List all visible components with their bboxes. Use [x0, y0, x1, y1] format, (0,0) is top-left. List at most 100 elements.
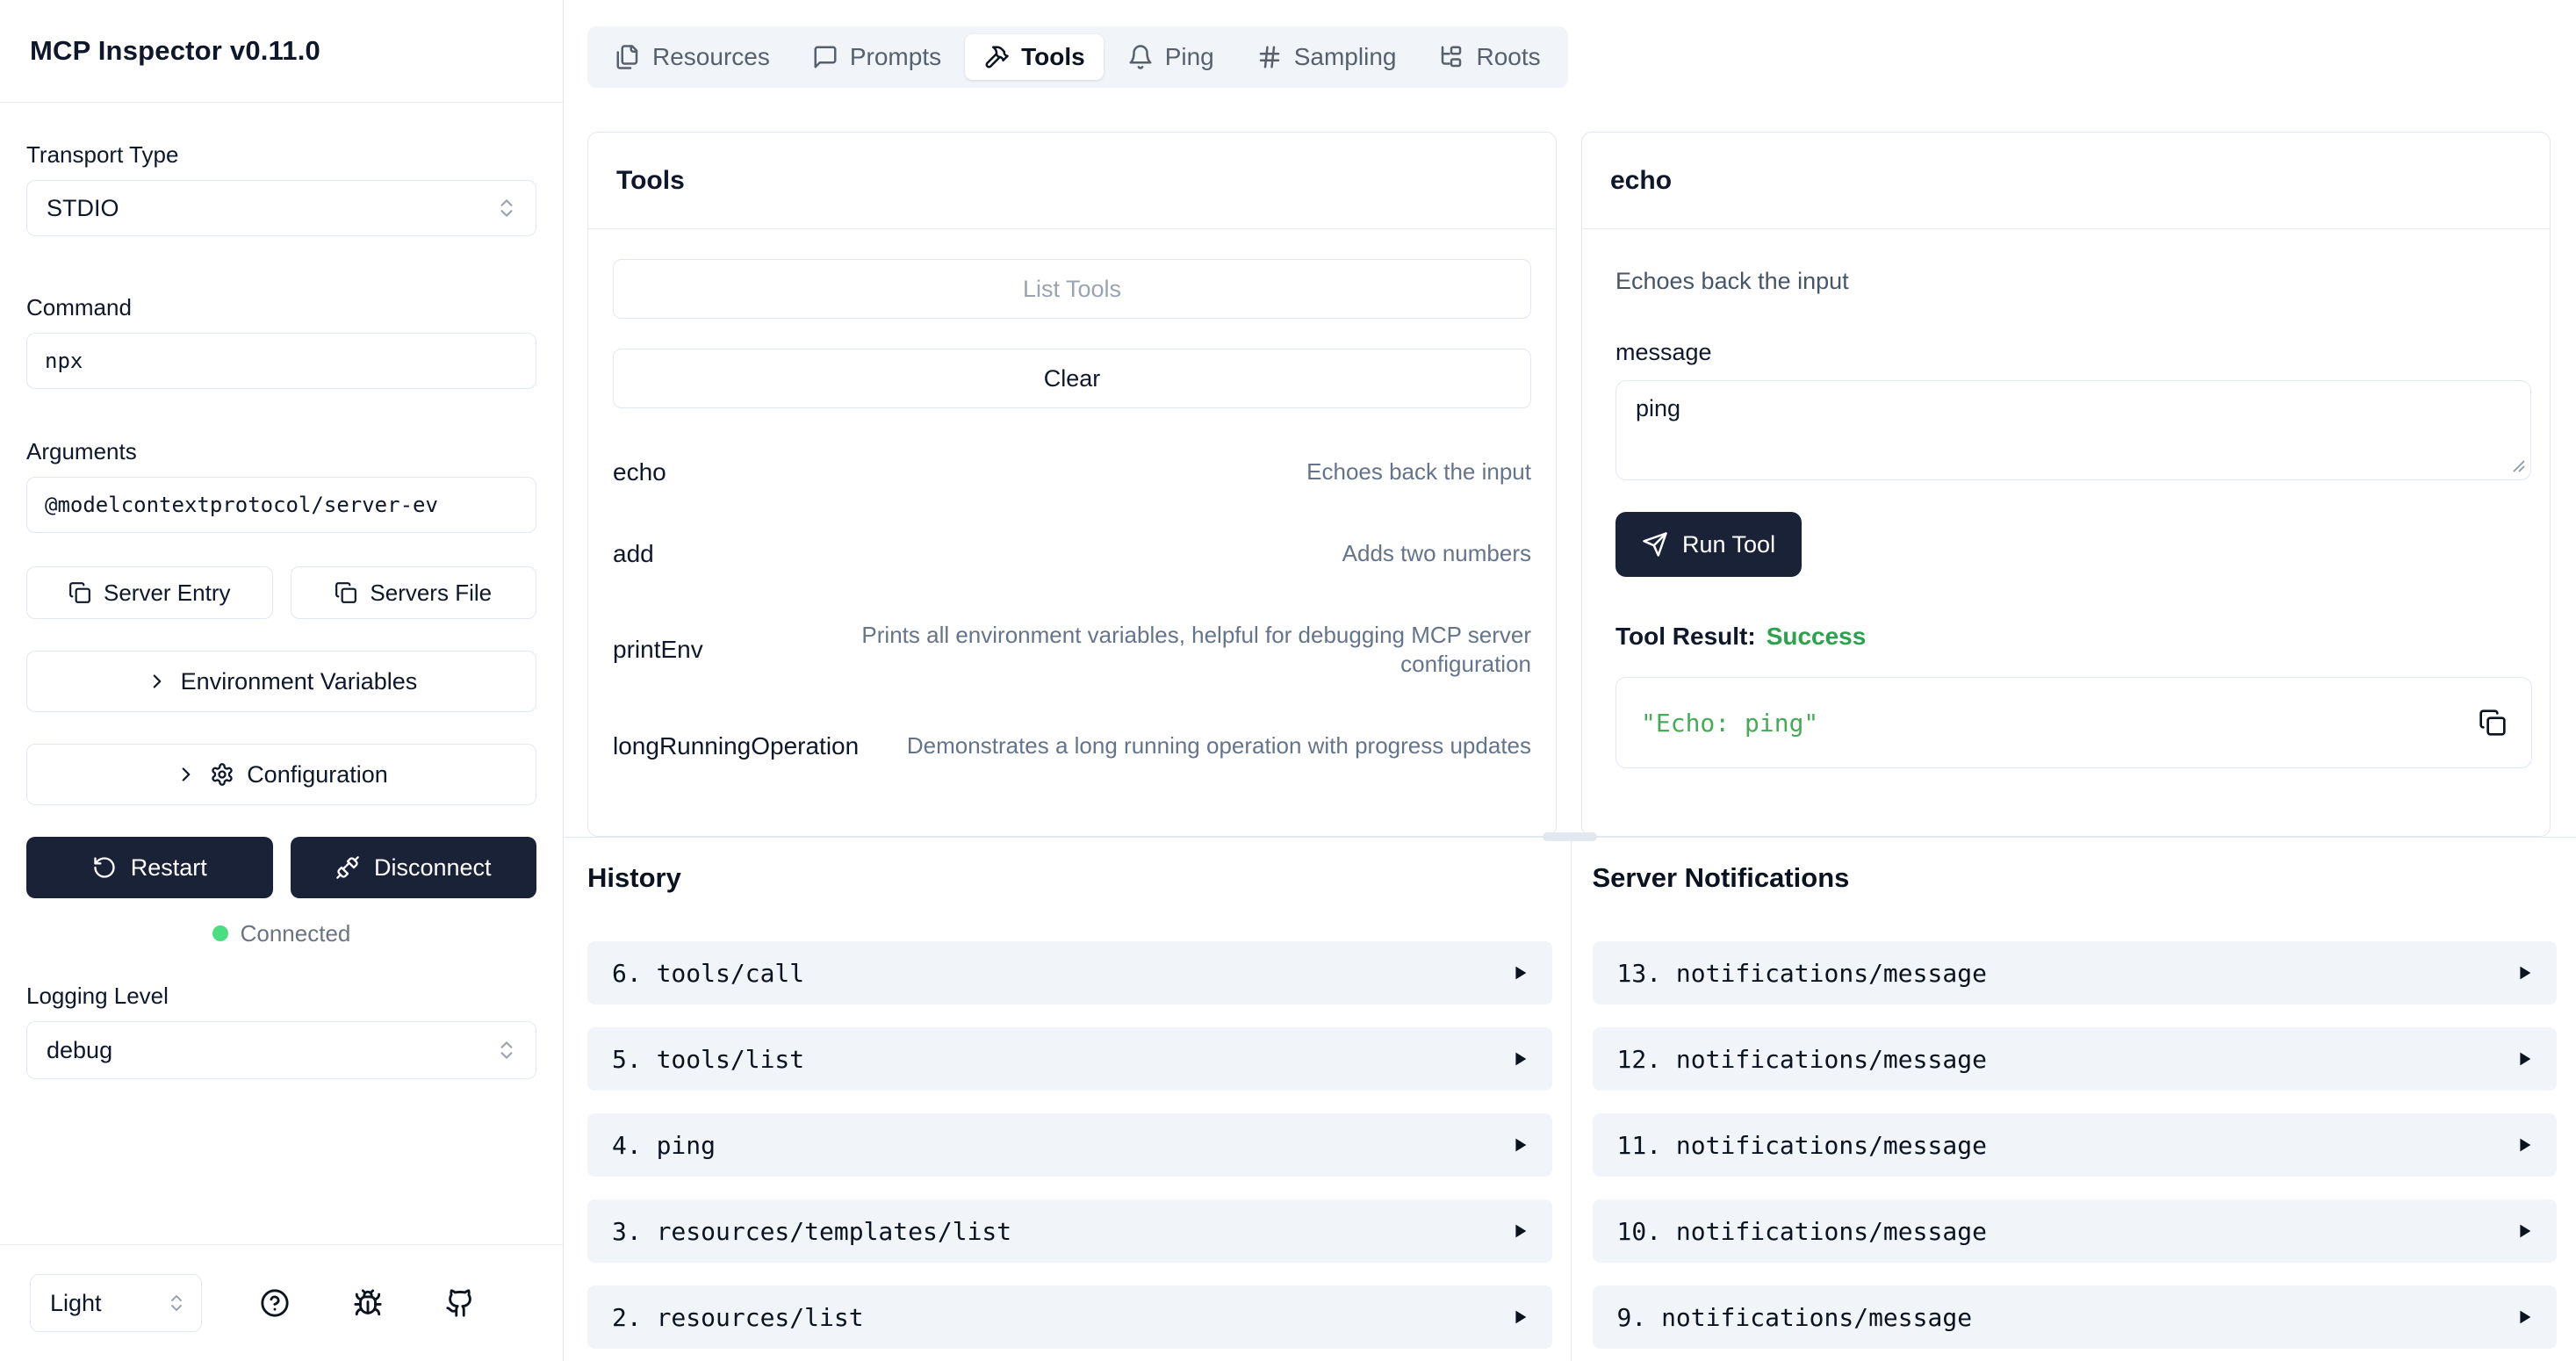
tool-detail-description: Echoes back the input	[1615, 268, 2532, 295]
transport-type-select[interactable]: STDIO	[26, 180, 536, 236]
tools-panel-title: Tools	[616, 166, 685, 196]
sidebar: MCP Inspector v0.11.0 Transport Type STD…	[0, 0, 564, 1361]
connected-dot-icon	[212, 925, 228, 941]
copy-result-button[interactable]	[2475, 705, 2510, 740]
clear-tools-button[interactable]: Clear	[613, 349, 1531, 408]
copy-icon	[335, 581, 357, 604]
bell-icon	[1127, 44, 1154, 70]
history-item[interactable]: 6. tools/call	[587, 941, 1552, 1005]
history-item[interactable]: 2. resources/list	[587, 1285, 1552, 1349]
panel-split-divider	[564, 837, 2576, 838]
history-list: 6. tools/call 5. tools/list 4. ping 3. r…	[587, 941, 1552, 1361]
copy-icon	[68, 581, 91, 604]
history-item[interactable]: 3. resources/templates/list	[587, 1199, 1552, 1263]
notification-item[interactable]: 11. notifications/message	[1593, 1113, 2558, 1177]
notification-item[interactable]: 13. notifications/message	[1593, 941, 2558, 1005]
logging-level-select[interactable]: debug	[26, 1021, 536, 1079]
server-notifications-title: Server Notifications	[1593, 862, 2558, 894]
notification-item[interactable]: 12. notifications/message	[1593, 1027, 2558, 1091]
expand-play-icon	[1510, 1307, 1529, 1328]
sidebar-body: Transport Type STDIO Command Arguments S…	[0, 103, 563, 1244]
message-square-icon	[812, 44, 838, 70]
expand-play-icon	[2515, 1134, 2534, 1156]
theme-value: Light	[50, 1290, 102, 1317]
hammer-icon	[983, 44, 1010, 70]
github-button[interactable]	[440, 1283, 480, 1323]
tab-tools[interactable]: Tools	[965, 34, 1104, 80]
expand-play-icon	[2515, 1048, 2534, 1069]
arguments-input[interactable]	[26, 477, 536, 533]
copy-icon	[2479, 709, 2507, 737]
send-icon	[1642, 531, 1668, 558]
github-icon	[445, 1288, 475, 1318]
unplug-icon	[335, 855, 360, 880]
expand-play-icon	[1510, 962, 1529, 983]
chevron-right-icon	[175, 763, 198, 786]
server-entry-button[interactable]: Server Entry	[26, 566, 273, 619]
tab-resources[interactable]: Resources	[596, 34, 788, 80]
history-title: History	[587, 862, 1552, 894]
restart-button[interactable]: Restart	[26, 837, 273, 898]
tab-bar: Resources Prompts Tools Ping Sampling Ro…	[587, 26, 1568, 88]
server-notifications-panel: Server Notifications 13. notifications/m…	[1572, 838, 2576, 1361]
tool-detail-title: echo	[1610, 166, 1672, 196]
chevron-right-icon	[146, 670, 169, 693]
transport-type-label: Transport Type	[26, 141, 536, 169]
folder-tree-icon	[1438, 44, 1464, 70]
tab-prompts[interactable]: Prompts	[794, 34, 960, 80]
expand-play-icon	[1510, 1048, 1529, 1069]
bottom-panels: History 6. tools/call 5. tools/list 4. p…	[564, 838, 2576, 1361]
expand-play-icon	[1510, 1134, 1529, 1156]
tool-list-item-add[interactable]: add Adds two numbers	[613, 539, 1531, 568]
configuration-expander[interactable]: Configuration	[26, 744, 536, 805]
tool-result-box: "Echo: ping"	[1615, 677, 2532, 768]
top-panels: Tools List Tools Clear echo Echoes back …	[587, 132, 2551, 837]
history-item[interactable]: 4. ping	[587, 1113, 1552, 1177]
tool-detail-body: Echoes back the input message ping Run T…	[1582, 229, 2550, 836]
tool-detail-header: echo	[1582, 133, 2550, 229]
app-title: MCP Inspector v0.11.0	[30, 35, 320, 67]
gear-icon	[210, 762, 234, 787]
connection-buttons-row: Restart Disconnect	[26, 837, 536, 898]
panel-resize-handle[interactable]	[1543, 832, 1597, 841]
run-tool-button[interactable]: Run Tool	[1615, 512, 1802, 577]
chevrons-up-down-icon	[495, 197, 518, 220]
tab-sampling[interactable]: Sampling	[1238, 34, 1415, 80]
bug-report-button[interactable]	[348, 1283, 388, 1323]
logging-level-label: Logging Level	[26, 983, 536, 1010]
theme-select[interactable]: Light	[30, 1274, 202, 1332]
footer-icons	[202, 1283, 533, 1323]
help-circle-icon	[260, 1288, 290, 1318]
history-item[interactable]: 5. tools/list	[587, 1027, 1552, 1091]
command-input[interactable]	[26, 333, 536, 389]
connection-status-text: Connected	[241, 920, 351, 947]
chevrons-up-down-icon	[166, 1293, 187, 1314]
tab-roots[interactable]: Roots	[1420, 34, 1558, 80]
history-panel: History 6. tools/call 5. tools/list 4. p…	[564, 838, 1571, 1361]
command-label: Command	[26, 294, 536, 321]
disconnect-button[interactable]: Disconnect	[291, 837, 537, 898]
tab-ping[interactable]: Ping	[1109, 34, 1233, 80]
app-root: MCP Inspector v0.11.0 Transport Type STD…	[0, 0, 2576, 1361]
notification-item[interactable]: 10. notifications/message	[1593, 1199, 2558, 1263]
tool-list-item-echo[interactable]: echo Echoes back the input	[613, 457, 1531, 486]
list-tools-button[interactable]: List Tools	[613, 259, 1531, 319]
tool-list-item-longrunningoperation[interactable]: longRunningOperation Demonstrates a long…	[613, 731, 1531, 760]
tool-list-item-printenv[interactable]: printEnv Prints all environment variable…	[613, 621, 1531, 679]
notification-item[interactable]: 9. notifications/message	[1593, 1285, 2558, 1349]
bug-icon	[353, 1288, 383, 1318]
environment-variables-expander[interactable]: Environment Variables	[26, 651, 536, 712]
resize-grip-icon[interactable]	[2507, 454, 2526, 473]
expand-play-icon	[2515, 1307, 2534, 1328]
servers-file-button[interactable]: Servers File	[291, 566, 537, 619]
help-button[interactable]	[255, 1283, 295, 1323]
logging-level-value: debug	[47, 1037, 112, 1064]
restart-icon	[92, 855, 117, 880]
transport-type-value: STDIO	[47, 195, 119, 222]
entry-buttons-row: Server Entry Servers File	[26, 566, 536, 619]
arguments-label: Arguments	[26, 438, 536, 465]
message-input[interactable]: ping	[1615, 380, 2531, 480]
chevrons-up-down-icon	[495, 1039, 518, 1062]
notifications-list: 13. notifications/message 12. notificati…	[1593, 941, 2558, 1361]
message-input-wrap: ping	[1615, 380, 2531, 480]
